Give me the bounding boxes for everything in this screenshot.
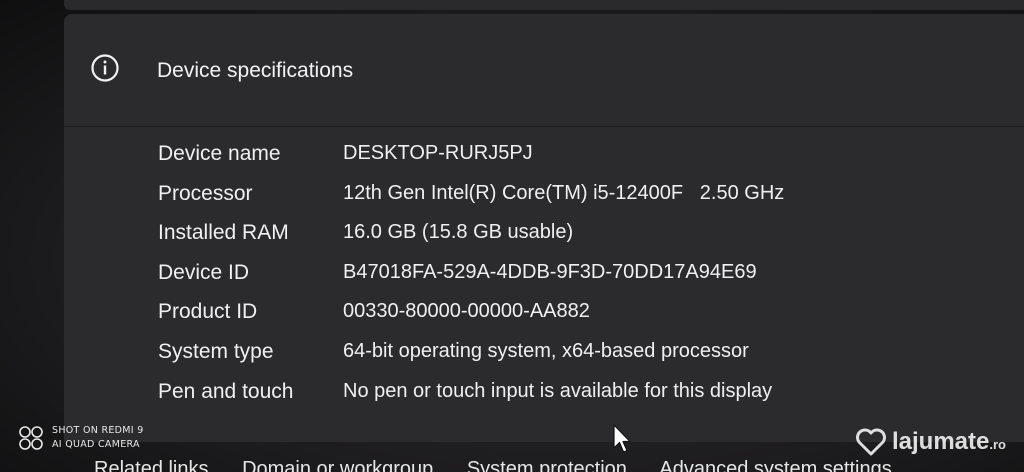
- camera-watermark-line2: AI QUAD CAMERA: [52, 439, 140, 450]
- camera-watermark-text: SHOT ON REDMI 9 AI QUAD CAMERA: [52, 424, 144, 452]
- spec-label: Product ID: [158, 300, 258, 324]
- mouse-cursor-icon: [613, 424, 631, 453]
- card-title: Device specifications: [157, 59, 354, 82]
- spec-value: 00330-80000-00000-AA882: [343, 300, 590, 323]
- info-icon: [91, 54, 119, 82]
- spec-value: 12th Gen Intel(R) Core(TM) i5-12400F 2.5…: [343, 181, 785, 204]
- spec-value: 64-bit operating system, x64-based proce…: [343, 339, 749, 362]
- camera-watermark: SHOT ON REDMI 9 AI QUAD CAMERA: [18, 424, 144, 452]
- advanced-system-settings-link[interactable]: Advanced system settings: [659, 458, 891, 472]
- spec-label: Processor: [158, 181, 253, 205]
- site-brand-name: lajumate: [892, 428, 990, 455]
- previous-card-edge: [64, 0, 1024, 10]
- camera-lens-icon: [19, 426, 43, 450]
- device-specifications-card: Device specifications Device name DESKTO…: [64, 14, 1024, 442]
- heart-logo-icon: [856, 428, 886, 456]
- spec-value: No pen or touch input is available for t…: [343, 379, 773, 402]
- related-links-bar: Related links Domain or workgroup System…: [94, 458, 920, 472]
- site-brand: lajumate.ro: [892, 428, 1006, 456]
- system-protection-link[interactable]: System protection: [467, 458, 627, 472]
- spec-value: DESKTOP-RURJ5PJ: [343, 142, 533, 164]
- camera-watermark-line1: SHOT ON REDMI 9: [52, 425, 144, 436]
- spec-label: Pen and touch: [158, 379, 294, 403]
- spec-label: System type: [158, 339, 274, 363]
- site-brand-suffix: .ro: [989, 437, 1006, 452]
- card-header[interactable]: Device specifications: [64, 14, 1024, 127]
- site-watermark: lajumate.ro: [856, 428, 1006, 456]
- spec-value: B47018FA-529A-4DDB-9F3D-70DD17A94E69: [343, 260, 757, 283]
- related-links-heading: Related links: [94, 458, 209, 472]
- spec-label: Device name: [158, 142, 281, 165]
- spec-label: Installed RAM: [158, 221, 289, 245]
- screen: Device specifications Device name DESKTO…: [0, 0, 1024, 472]
- spec-value: 16.0 GB (15.8 GB usable): [343, 221, 574, 244]
- spec-label: Device ID: [158, 260, 250, 284]
- domain-or-workgroup-link[interactable]: Domain or workgroup: [242, 458, 433, 472]
